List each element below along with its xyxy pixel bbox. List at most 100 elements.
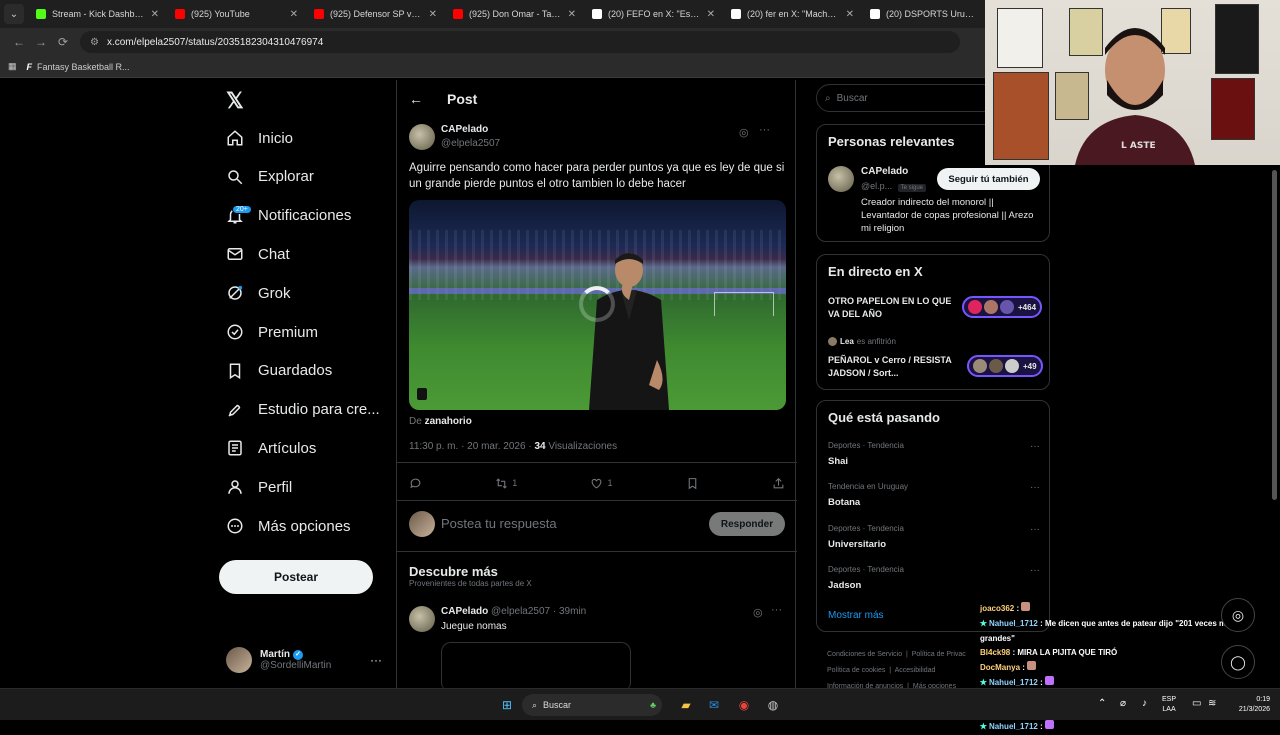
close-icon[interactable]: ✕ (707, 9, 715, 20)
search-input[interactable]: ⌕ Buscar (816, 84, 996, 112)
account-switcher[interactable]: Martín ✓ @SordelliMartin ··· (226, 640, 396, 680)
footer-link[interactable]: Condiciones de Servicio (827, 651, 902, 658)
close-icon[interactable]: ✕ (568, 9, 576, 20)
nav-item-notificaciones[interactable]: 20+ Notificaciones (218, 198, 351, 234)
chrome-icon[interactable]: ◉ (734, 695, 754, 715)
clock[interactable]: 0:19 21/3/2026 (1226, 695, 1270, 715)
close-icon[interactable]: ✕ (290, 9, 298, 20)
network-icon[interactable]: ⌀ (1120, 699, 1126, 709)
wifi-icon[interactable]: ≋ (1208, 699, 1216, 709)
share-button[interactable] (772, 477, 785, 490)
more-icon[interactable]: ··· (1030, 565, 1040, 576)
avatar[interactable] (828, 166, 854, 192)
reload-icon[interactable]: ⟳ (52, 35, 74, 49)
back-icon[interactable]: ← (8, 35, 30, 49)
live-item-title[interactable]: OTRO PAPELON EN LO QUE VA DEL AÑO (828, 295, 958, 321)
tweet-author[interactable]: CAPelado (441, 606, 488, 617)
back-arrow-icon[interactable]: ← (409, 91, 423, 107)
grok-icon[interactable]: ◎ (739, 126, 749, 139)
author-avatar[interactable] (409, 606, 435, 632)
grok-icon[interactable]: ◎ (753, 606, 763, 619)
tweet-media[interactable] (441, 642, 631, 692)
language-indicator[interactable]: ESP LAA (1162, 695, 1176, 715)
close-icon[interactable]: ✕ (429, 9, 437, 20)
more-icon[interactable]: ··· (759, 124, 770, 136)
page-scrollbar[interactable] (1270, 80, 1280, 688)
author-name[interactable]: CAPelado (441, 124, 488, 135)
trend-item[interactable]: Deportes · Tendencia Universitario ··· (828, 524, 1040, 550)
like-button[interactable]: 1 (590, 477, 613, 490)
source-name[interactable]: zanahorio (425, 416, 472, 427)
trend-item[interactable]: Deportes · Tendencia Shai ··· (828, 441, 1040, 467)
bookmark-item[interactable]: F Fantasy Basketball R... (27, 62, 130, 72)
site-info-icon[interactable]: ⚙ (90, 37, 99, 48)
trend-item[interactable]: Deportes · Tendencia Jadson ··· (828, 565, 1040, 591)
nav-item-premium[interactable]: Premium (218, 314, 318, 350)
more-icon[interactable]: ··· (1030, 482, 1040, 493)
follow-button[interactable]: Seguir tú también (937, 168, 1040, 190)
reply-submit-button[interactable]: Responder (709, 512, 785, 536)
file-explorer-icon[interactable]: ▰ (676, 695, 696, 715)
tray-chevron-icon[interactable]: ⌃ (1098, 699, 1106, 709)
url-field[interactable]: ⚙ x.com/elpela2507/status/20351823043104… (80, 31, 960, 53)
grok-compose-icon[interactable]: ◎ (1221, 598, 1255, 632)
more-icon[interactable]: ··· (370, 653, 382, 667)
tab-search-icon[interactable]: ⌄ (4, 4, 24, 24)
mic-icon[interactable]: ♪ (1142, 699, 1147, 709)
more-icon[interactable]: ··· (1030, 441, 1040, 452)
scrollbar-thumb[interactable] (1272, 170, 1277, 500)
card-title: En directo en X (828, 264, 923, 279)
post-video[interactable] (409, 200, 786, 410)
nav-item-más-opciones[interactable]: Más opciones (218, 508, 351, 544)
apps-icon[interactable]: ▦ (8, 61, 17, 72)
more-icon[interactable]: ··· (1030, 524, 1040, 535)
nav-item-explorar[interactable]: Explorar (218, 159, 314, 195)
nav-item-artículos[interactable]: Artículos (218, 430, 316, 466)
x-logo-icon[interactable]: 𝕏 (226, 88, 244, 114)
nav-item-perfil[interactable]: Perfil (218, 469, 292, 505)
nav-item-grok[interactable]: Grok (218, 275, 291, 311)
footer-link[interactable]: Accesibilidad (895, 667, 936, 674)
nav-item-guardados[interactable]: Guardados (218, 353, 332, 389)
nav-label: Estudio para cre... (258, 401, 380, 419)
author-avatar[interactable] (409, 124, 435, 150)
browser-tab[interactable]: (20) FEFO en X: "Está tam ✕ (584, 0, 723, 28)
bookmark-button[interactable] (686, 477, 699, 490)
footer-link[interactable]: Política de cookies (827, 667, 885, 674)
more-icon[interactable]: ··· (771, 604, 782, 616)
nav-item-inicio[interactable]: Inicio (218, 120, 293, 156)
nav-item-estudio-para-cre[interactable]: Estudio para cre... (218, 392, 380, 428)
browser-tab[interactable]: (925) Don Omar - Taboo ✕ (445, 0, 584, 28)
post-button[interactable]: Postear (219, 560, 373, 594)
mail-app-icon[interactable]: ✉ (704, 695, 724, 715)
chat-bubble-icon[interactable]: ◯ (1221, 645, 1255, 679)
show-more-link[interactable]: Mostrar más (828, 610, 884, 621)
discover-tweet[interactable]: CAPelado @elpela2507 · 39min ◎ ··· Juegu… (409, 604, 785, 692)
tweet-text: Juegue nomas (441, 621, 507, 632)
relevant-name[interactable]: CAPelado (861, 166, 908, 177)
live-pill[interactable]: +464 (962, 296, 1043, 318)
retweet-button[interactable]: 1 (495, 477, 517, 490)
author-handle[interactable]: @elpela2507 (441, 138, 500, 149)
forward-icon[interactable]: → (30, 35, 52, 49)
trend-item[interactable]: Tendencia en Uruguay Botana ··· (828, 482, 1040, 508)
browser-tab[interactable]: (925) YouTube ✕ (167, 0, 306, 28)
post-timestamp[interactable]: 11:30 p. m. · 20 mar. 2026 · (409, 441, 532, 452)
windows-start-icon[interactable]: ⊞ (497, 695, 517, 715)
reply-input[interactable]: Postea tu respuesta (441, 516, 557, 531)
live-item-title[interactable]: PEÑAROL v Cerro / RESISTA JADSON / Sort.… (828, 354, 958, 380)
browser-tab[interactable]: (925) Defensor SP vs Nac ✕ (306, 0, 445, 28)
taskbar-search[interactable]: ⌕ Buscar ♣ (522, 694, 662, 716)
live-pill[interactable]: +49 (967, 355, 1043, 377)
display-icon[interactable]: ▭ (1192, 699, 1201, 709)
close-icon[interactable]: ✕ (846, 9, 854, 20)
nav-item-chat[interactable]: Chat (218, 236, 290, 272)
stop-icon[interactable] (417, 388, 427, 400)
obs-icon[interactable]: ◍ (763, 695, 783, 715)
close-icon[interactable]: ✕ (151, 9, 159, 20)
footer-link[interactable]: Política de Privac (912, 651, 966, 658)
browser-tab[interactable]: (20) fer en X: "Machado ✕ (723, 0, 862, 28)
reply-button[interactable] (409, 477, 422, 490)
browser-tab[interactable]: (20) DSPORTS Uruguay e✕ (862, 0, 1001, 28)
browser-tab[interactable]: Stream - Kick Dashboard ✕ (28, 0, 167, 28)
